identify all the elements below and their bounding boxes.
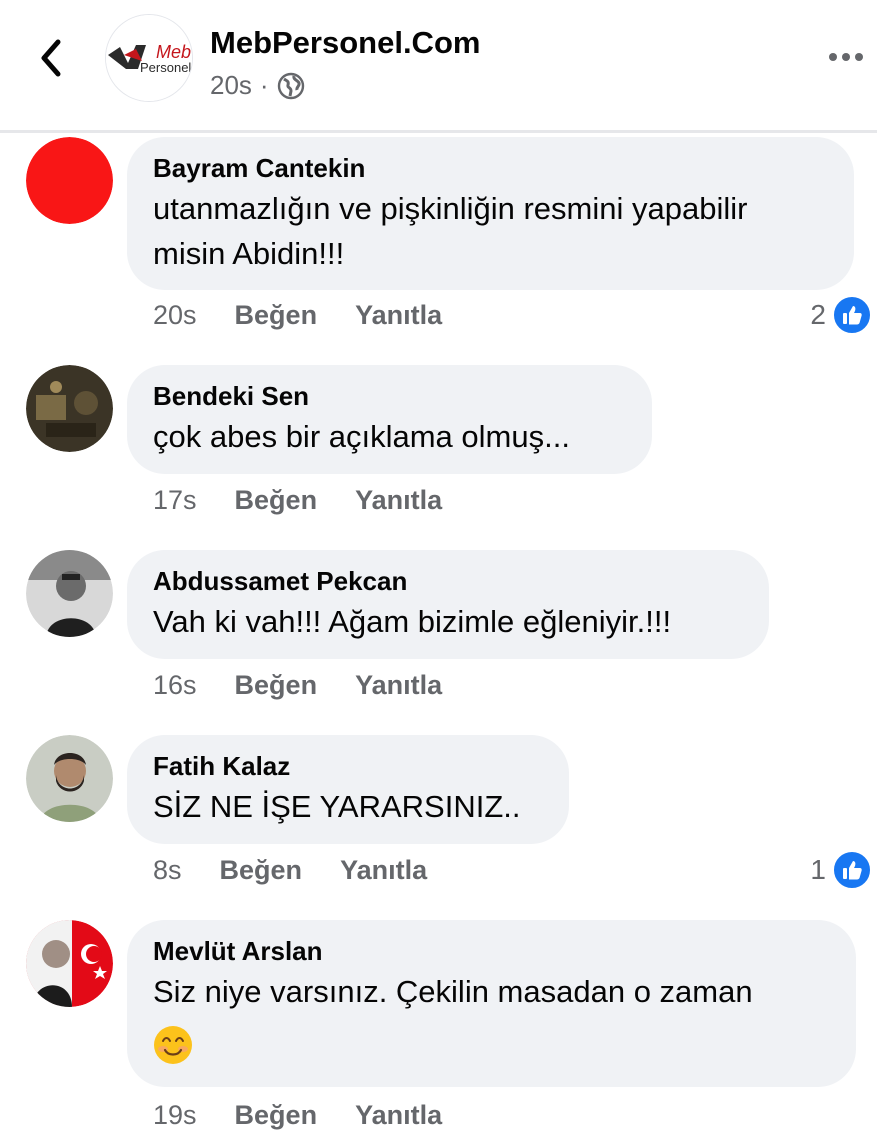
comment-author[interactable]: Mevlüt Arslan [153, 934, 830, 968]
reaction-count: 2 [810, 299, 826, 330]
comment-text-line: misin Abidin!!! [153, 236, 345, 271]
comment-text-line: SİZ NE İŞE YARARSINIZ.. [153, 789, 521, 824]
back-button[interactable] [34, 36, 70, 80]
comment-text-line: çok abes bir açıklama olmuş... [153, 419, 570, 454]
like-button[interactable]: Beğen [235, 1100, 318, 1131]
comment-time[interactable]: 8s [153, 855, 182, 886]
avatar-image [26, 920, 113, 1007]
comment-text-line: Siz niye varsınız. Çekilin masadan o zam… [153, 974, 753, 1009]
like-button[interactable]: Beğen [220, 855, 303, 886]
like-button[interactable]: Beğen [235, 670, 318, 701]
post-time[interactable]: 20s [210, 70, 252, 101]
avatar[interactable] [26, 550, 113, 637]
avatar-image [26, 735, 113, 822]
comment-actions: 20s Beğen Yanıtla [153, 300, 442, 331]
post-header: Meb Personel MebPersonel.Com 20s · [0, 0, 877, 130]
reply-button[interactable]: Yanıtla [340, 855, 427, 886]
comment-time[interactable]: 17s [153, 485, 197, 516]
page-name[interactable]: MebPersonel.Com [210, 25, 480, 61]
post-meta: 20s · [210, 70, 305, 101]
avatar[interactable] [26, 365, 113, 452]
header-divider [0, 130, 877, 133]
comment-author[interactable]: Abdussamet Pekcan [153, 564, 743, 598]
comment-text-line: Vah ki vah!!! Ağam bizimle eğleniyir.!!! [153, 604, 672, 639]
reply-button[interactable]: Yanıtla [355, 1100, 442, 1131]
avatar-image [26, 365, 113, 452]
avatar[interactable] [26, 920, 113, 1007]
comment-actions: 19s Beğen Yanıtla [153, 1100, 442, 1131]
more-horizontal-icon [829, 53, 863, 61]
comment-actions: 8s Beğen Yanıtla [153, 855, 427, 886]
reaction-summary[interactable]: 1 [810, 850, 872, 890]
reaction-count: 1 [810, 854, 826, 885]
more-options-button[interactable] [826, 42, 866, 72]
comment-author[interactable]: Fatih Kalaz [153, 749, 543, 783]
comment-time[interactable]: 19s [153, 1100, 197, 1131]
reaction-summary[interactable]: 2 [810, 295, 872, 335]
logo-text-top: Meb [156, 42, 191, 62]
comment-author[interactable]: Bayram Cantekin [153, 151, 828, 185]
thumbs-up-icon [832, 295, 872, 335]
globe-icon [277, 72, 304, 99]
comment-bubble[interactable]: Fatih Kalaz SİZ NE İŞE YARARSINIZ.. [127, 735, 569, 844]
comment-bubble[interactable]: Bayram Cantekin utanmazlığın ve pişkinli… [127, 137, 854, 290]
reply-button[interactable]: Yanıtla [355, 670, 442, 701]
meta-separator: · [259, 70, 269, 100]
page-avatar[interactable]: Meb Personel [105, 14, 193, 102]
thumbs-up-icon [832, 850, 872, 890]
avatar-image [26, 137, 113, 224]
comment-text-line: utanmazlığın ve pişkinliğin resmini yapa… [153, 191, 748, 226]
comment-actions: 16s Beğen Yanıtla [153, 670, 442, 701]
like-button[interactable]: Beğen [235, 485, 318, 516]
reply-button[interactable]: Yanıtla [355, 485, 442, 516]
avatar[interactable] [26, 735, 113, 822]
comment-actions: 17s Beğen Yanıtla [153, 485, 442, 516]
emoji-line [153, 1021, 830, 1065]
comment-time[interactable]: 20s [153, 300, 197, 331]
comment-bubble[interactable]: Mevlüt Arslan Siz niye varsınız. Çekilin… [127, 920, 856, 1087]
avatar[interactable] [26, 137, 113, 224]
page-logo: Meb Personel [106, 15, 192, 101]
comment-bubble[interactable]: Abdussamet Pekcan Vah ki vah!!! Ağam biz… [127, 550, 769, 659]
comment-author[interactable]: Bendeki Sen [153, 379, 626, 413]
comment-bubble[interactable]: Bendeki Sen çok abes bir açıklama olmuş.… [127, 365, 652, 474]
smiling-face-icon [154, 1025, 192, 1064]
avatar-image [26, 550, 113, 637]
like-button[interactable]: Beğen [235, 300, 318, 331]
logo-text-bottom: Personel [140, 60, 191, 75]
chevron-left-icon [41, 39, 61, 77]
reply-button[interactable]: Yanıtla [355, 300, 442, 331]
comment-time[interactable]: 16s [153, 670, 197, 701]
